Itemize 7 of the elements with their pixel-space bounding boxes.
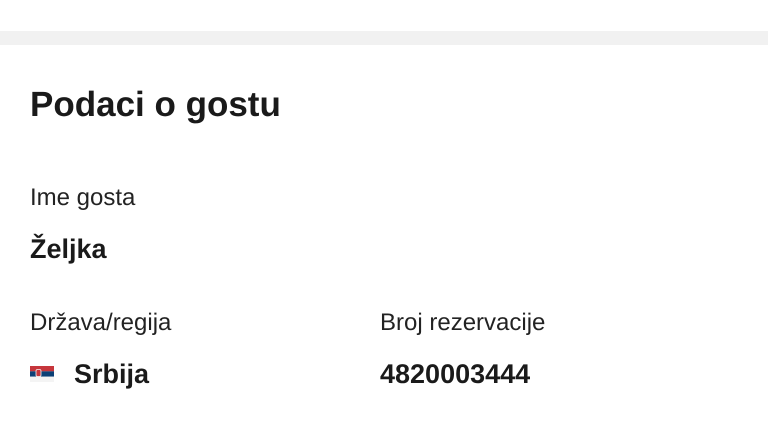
field-value: 4820003444 <box>380 358 530 391</box>
field-label: Broj rezervacije <box>380 308 546 338</box>
field-label: Država/regija <box>30 308 172 338</box>
field-label: Ime gosta <box>30 183 136 213</box>
field-value: Željka <box>30 232 107 266</box>
field-value: Srbija <box>74 358 150 391</box>
section-title: Podaci o gostu <box>30 84 282 126</box>
